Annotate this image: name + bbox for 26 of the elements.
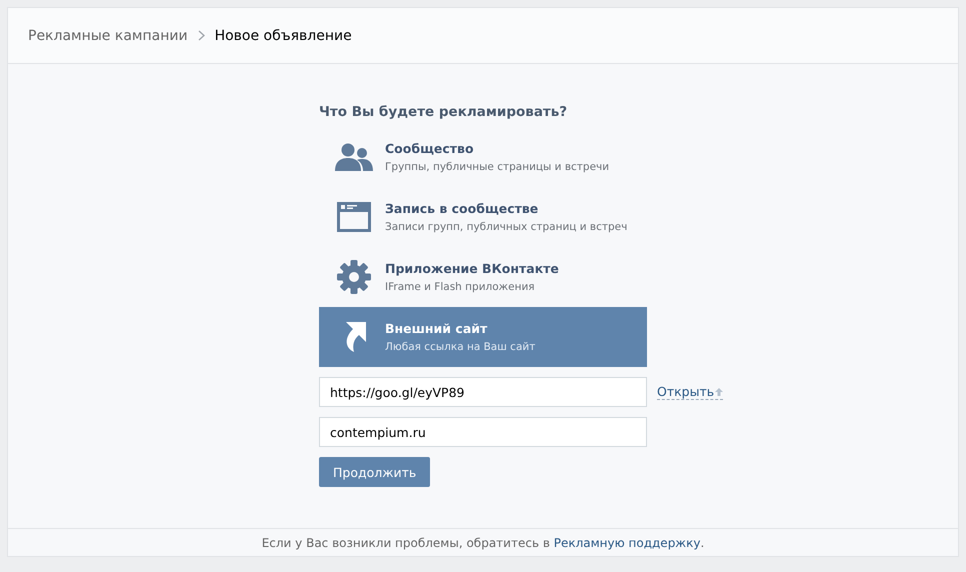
option-title: Внешний сайт [385, 321, 488, 336]
chevron-icon [198, 30, 205, 41]
footer-text: Если у Вас возникли проблемы, обратитесь в Рекламную поддержку. [262, 536, 704, 550]
continue-button[interactable]: Продолжить [319, 457, 430, 487]
domain-field[interactable]: contempium.ru [319, 417, 647, 447]
section-heading: Что Вы будете рекламировать? [319, 104, 568, 120]
up-arrow-icon [715, 388, 724, 396]
open-link[interactable]: Открыть [657, 384, 724, 400]
option-item[interactable]: Сообщество Группы, публичные страницы и встречи [319, 127, 647, 187]
url-field[interactable]: https://goo.gl/eyVP89 [319, 377, 647, 407]
option-subtitle: Любая ссылка на Ваш сайт [385, 341, 536, 353]
option-subtitle: Записи групп, публичных страниц и встреч [385, 221, 628, 233]
people-icon [335, 142, 373, 172]
option-title: Запись в сообществе [385, 201, 540, 216]
support-link[interactable]: Рекламную поддержку [554, 536, 700, 550]
option-item[interactable]: Приложение ВКонтакте IFrame и Flash приложения [319, 247, 647, 307]
breadcrumb-item[interactable]: Рекламные кампании [28, 28, 188, 44]
option-subtitle: IFrame и Flash приложения [385, 281, 536, 293]
option-item[interactable]: Внешний сайт Любая ссылка на Ваш сайт [319, 307, 647, 367]
gear-icon [337, 260, 371, 294]
breadcrumb-item: Новое объявление [214, 28, 352, 44]
option-title: Сообщество [385, 141, 475, 156]
option-subtitle: Группы, публичные страницы и встречи [385, 161, 610, 173]
window-icon [337, 202, 371, 232]
option-item[interactable]: Запись в сообществе Записи групп, публичных страниц и встреч [319, 187, 647, 247]
option-title: Приложение ВКонтакте [385, 261, 559, 276]
